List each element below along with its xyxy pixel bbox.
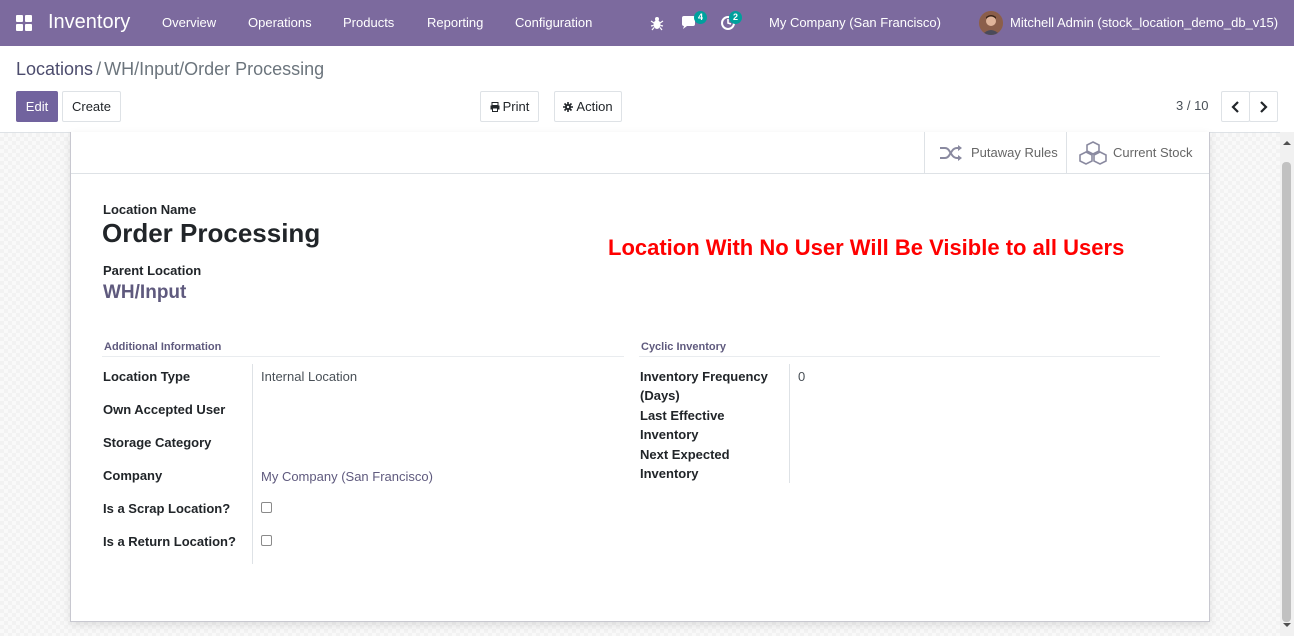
annotation-note: Location With No User Will Be Visible to… xyxy=(608,235,1125,260)
gear-icon xyxy=(563,101,574,112)
additional-info-title: Additional Information xyxy=(104,341,222,353)
own-accepted-user-label: Own Accepted User xyxy=(103,402,226,417)
top-navbar: Inventory Overview Operations Products R… xyxy=(0,0,1294,46)
chevron-right-icon xyxy=(1260,100,1268,113)
storage-category-label: Storage Category xyxy=(103,435,212,450)
user-menu[interactable]: Mitchell Admin (stock_location_demo_db_v… xyxy=(1010,15,1278,30)
breadcrumb: Locations / WH/Input/Order Processing xyxy=(16,59,324,80)
chevron-left-icon xyxy=(1231,100,1239,113)
additional-info-separator xyxy=(102,356,624,357)
smart-button-box: Putaway Rules Current Stock xyxy=(71,132,1209,174)
menu-products[interactable]: Products xyxy=(343,15,394,30)
next-expected-label-line2: Inventory xyxy=(640,466,699,481)
menu-configuration[interactable]: Configuration xyxy=(515,15,592,30)
print-label: Print xyxy=(502,99,530,114)
menu-reporting[interactable]: Reporting xyxy=(427,15,483,30)
cubes-icon xyxy=(1079,140,1107,165)
menu-overview[interactable]: Overview xyxy=(162,15,216,30)
cyclic-inventory-separator xyxy=(639,356,1160,357)
return-location-checkbox[interactable] xyxy=(261,535,272,546)
last-effective-label-line1: Last Effective xyxy=(640,408,725,423)
last-effective-label-line2: Inventory xyxy=(640,427,699,442)
scrap-location-label: Is a Scrap Location? xyxy=(103,501,231,516)
menu-operations[interactable]: Operations xyxy=(248,15,312,30)
putaway-rules-label: Putaway Rules xyxy=(971,145,1058,160)
parent-location-link[interactable]: WH/Input xyxy=(103,282,186,304)
activities-count-badge: 2 xyxy=(729,11,742,24)
app-brand[interactable]: Inventory xyxy=(48,11,130,34)
action-button[interactable]: Action xyxy=(554,91,622,122)
print-button[interactable]: Print xyxy=(480,91,539,122)
right-group-divider xyxy=(789,364,790,483)
edit-button[interactable]: Edit xyxy=(16,91,58,122)
printer-icon xyxy=(490,101,500,112)
debug-bug-icon[interactable] xyxy=(649,14,665,32)
breadcrumb-separator: / xyxy=(96,59,102,79)
scrap-location-checkbox[interactable] xyxy=(261,502,272,513)
company-value[interactable]: My Company (San Francisco) xyxy=(261,469,433,484)
breadcrumb-locations-link[interactable]: Locations xyxy=(16,59,93,79)
location-type-value[interactable]: Internal Location xyxy=(261,369,357,384)
company-label: Company xyxy=(103,468,163,483)
shuffle-icon xyxy=(940,144,962,161)
scroll-up-arrow-icon[interactable] xyxy=(1280,136,1294,150)
user-avatar[interactable] xyxy=(979,11,1003,35)
company-switcher[interactable]: My Company (San Francisco) xyxy=(769,15,941,30)
left-group-divider xyxy=(252,364,253,564)
location-name-label: Location Name xyxy=(103,202,197,217)
action-label: Action xyxy=(576,99,613,114)
scroll-thumb[interactable] xyxy=(1282,162,1291,622)
pager-next-button[interactable] xyxy=(1249,91,1278,122)
putaway-rules-button[interactable]: Putaway Rules xyxy=(924,132,1067,173)
inventory-frequency-value[interactable]: 0 xyxy=(798,369,805,384)
pager-previous-button[interactable] xyxy=(1221,91,1250,122)
pager-value[interactable]: 3 / 10 xyxy=(1176,98,1209,113)
current-stock-label: Current Stock xyxy=(1113,145,1193,160)
breadcrumb-current: WH/Input/Order Processing xyxy=(104,59,325,79)
apps-menu-icon[interactable] xyxy=(16,15,32,31)
cyclic-inventory-title: Cyclic Inventory xyxy=(641,341,726,353)
messages-count-badge: 4 xyxy=(694,11,707,24)
inventory-frequency-label-line2: (Days) xyxy=(640,388,680,403)
content-scrollbar[interactable] xyxy=(1280,132,1294,636)
next-expected-label-line1: Next Expected xyxy=(640,447,730,462)
create-button[interactable]: Create xyxy=(62,91,121,122)
inventory-frequency-label-line1: Inventory Frequency xyxy=(640,369,768,384)
location-type-label: Location Type xyxy=(103,369,191,384)
parent-location-label: Parent Location xyxy=(103,263,202,278)
current-stock-button[interactable]: Current Stock xyxy=(1066,132,1209,173)
scroll-down-arrow-icon[interactable] xyxy=(1280,618,1294,632)
return-location-label: Is a Return Location? xyxy=(103,534,236,549)
location-name-field[interactable]: Order Processing xyxy=(102,218,320,249)
